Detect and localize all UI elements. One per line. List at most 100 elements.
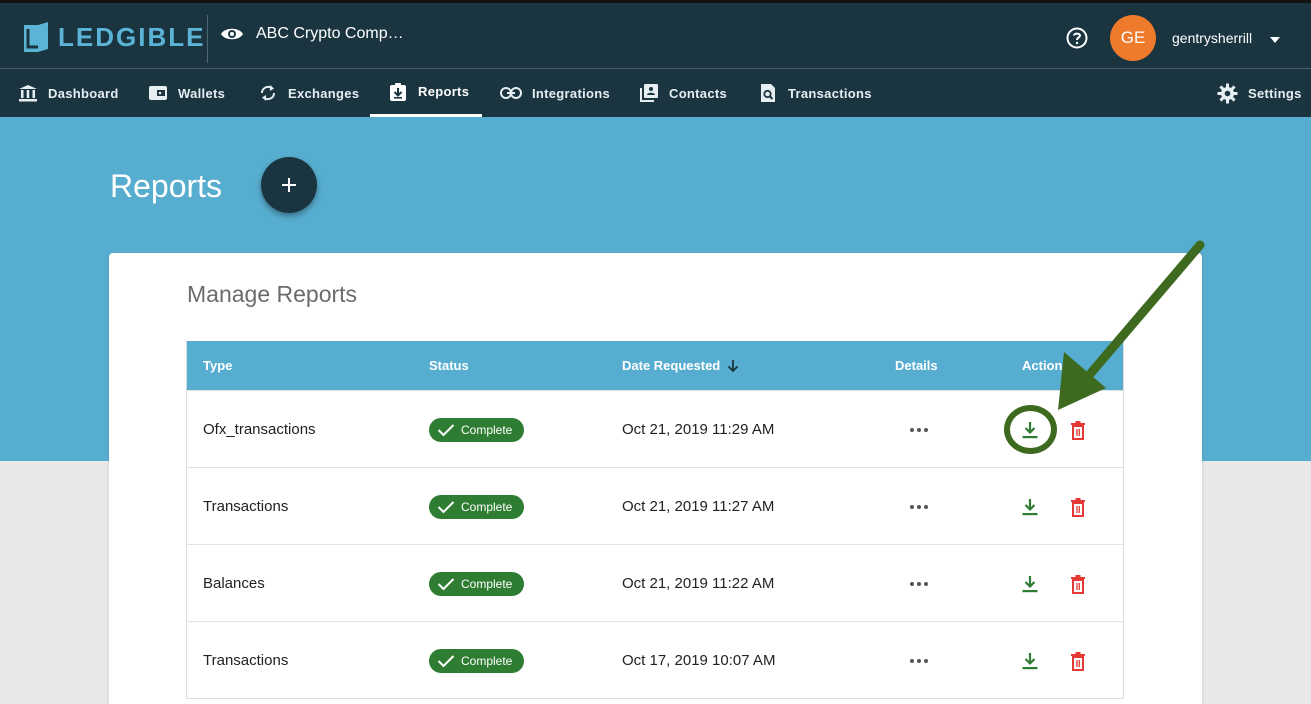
delete-button[interactable] bbox=[1064, 545, 1092, 622]
details-button[interactable] bbox=[910, 468, 928, 545]
company-selector[interactable]: ABC Crypto Comp… bbox=[220, 25, 404, 43]
header-divider bbox=[207, 15, 208, 63]
column-header-status[interactable]: Status bbox=[429, 358, 469, 373]
reports-table: Type Status Date Requested Details Actio… bbox=[186, 341, 1124, 699]
nav-item-dashboard[interactable]: Dashboard bbox=[18, 69, 119, 117]
status-cell: Complete bbox=[429, 622, 525, 699]
company-name: ABC Crypto Comp… bbox=[256, 25, 404, 42]
username[interactable]: gentrysherrill bbox=[1172, 30, 1252, 46]
download-button[interactable] bbox=[1016, 545, 1044, 622]
nav-item-reports[interactable]: Reports bbox=[370, 69, 482, 117]
add-report-button[interactable] bbox=[261, 157, 317, 213]
download-button[interactable] bbox=[1016, 468, 1044, 545]
download-button[interactable] bbox=[1016, 622, 1044, 699]
highlight-circle bbox=[1004, 405, 1057, 454]
trash-icon bbox=[1071, 574, 1085, 594]
bank-icon bbox=[19, 85, 37, 102]
trash-icon bbox=[1071, 420, 1085, 440]
more-horizontal-icon bbox=[910, 658, 928, 663]
check-icon bbox=[437, 423, 455, 436]
download-icon bbox=[1022, 575, 1038, 592]
delete-button[interactable] bbox=[1064, 468, 1092, 545]
help-button[interactable] bbox=[1066, 27, 1088, 54]
nav-label: Reports bbox=[418, 84, 470, 99]
ledgible-logo[interactable]: LEDGIBLE bbox=[22, 21, 205, 53]
wallet-icon bbox=[149, 86, 167, 100]
table-header: Type Status Date Requested Details Actio… bbox=[187, 341, 1123, 390]
date-requested: Oct 17, 2019 10:07 AM bbox=[622, 652, 776, 669]
nav-label: Exchanges bbox=[288, 85, 360, 101]
nav-label: Dashboard bbox=[48, 85, 119, 101]
nav-item-contacts[interactable]: Contacts bbox=[639, 69, 727, 117]
table-row[interactable]: Transactions Complete Oct 21, 2019 11:27… bbox=[187, 467, 1123, 544]
more-horizontal-icon bbox=[910, 581, 928, 586]
transactions-search-icon bbox=[761, 84, 775, 102]
logo-text: LEDGIBLE bbox=[58, 21, 206, 52]
gear-icon bbox=[1217, 83, 1238, 103]
status-cell: Complete bbox=[429, 545, 525, 622]
more-horizontal-icon bbox=[910, 504, 928, 509]
nav-item-transactions[interactable]: Transactions bbox=[758, 69, 872, 117]
date-requested: Oct 21, 2019 11:22 AM bbox=[622, 575, 775, 592]
status-badge: Complete bbox=[429, 494, 525, 519]
table-row[interactable]: Balances Complete Oct 21, 2019 11:22 AM bbox=[187, 544, 1123, 621]
download-icon bbox=[1022, 498, 1038, 515]
table-row[interactable]: Ofx_transactions Complete Oct 21, 2019 1… bbox=[187, 390, 1123, 467]
nav-label: Integrations bbox=[532, 85, 610, 101]
date-requested: Oct 21, 2019 11:27 AM bbox=[622, 498, 775, 515]
table-row[interactable]: Transactions Complete Oct 17, 2019 10:07… bbox=[187, 621, 1123, 698]
report-type: Ofx_transactions bbox=[203, 421, 316, 438]
plus-icon bbox=[282, 178, 296, 192]
column-header-date-label: Date Requested bbox=[622, 358, 721, 373]
nav-item-settings[interactable]: Settings bbox=[1217, 69, 1302, 117]
nav-item-wallets[interactable]: Wallets bbox=[148, 69, 225, 117]
delete-button[interactable] bbox=[1064, 622, 1092, 699]
details-button[interactable] bbox=[910, 545, 928, 622]
status-badge: Complete bbox=[429, 648, 525, 673]
status-label: Complete bbox=[461, 499, 513, 514]
manage-reports-card: Manage Reports Type Status Date Requeste… bbox=[109, 253, 1202, 704]
nav-label: Settings bbox=[1248, 85, 1302, 101]
help-icon bbox=[1066, 27, 1088, 49]
ledgible-logo-icon bbox=[24, 22, 48, 52]
status-cell: Complete bbox=[429, 391, 525, 468]
details-button[interactable] bbox=[910, 391, 928, 468]
date-requested: Oct 21, 2019 11:29 AM bbox=[622, 421, 775, 438]
status-label: Complete bbox=[461, 576, 513, 591]
nav-item-integrations[interactable]: Integrations bbox=[500, 69, 610, 117]
card-title: Manage Reports bbox=[187, 281, 358, 307]
avatar[interactable]: GE bbox=[1110, 15, 1156, 61]
main-nav: Dashboard Wallets Exchanges Reports Inte… bbox=[0, 68, 1311, 117]
arrow-down-icon bbox=[728, 359, 739, 372]
delete-button[interactable] bbox=[1064, 391, 1092, 468]
report-download-icon bbox=[390, 82, 406, 101]
check-icon bbox=[437, 654, 455, 667]
column-header-type[interactable]: Type bbox=[203, 358, 232, 373]
details-button[interactable] bbox=[910, 622, 928, 699]
report-type: Transactions bbox=[203, 652, 289, 669]
status-label: Complete bbox=[461, 653, 513, 668]
nav-label: Transactions bbox=[788, 85, 872, 101]
trash-icon bbox=[1071, 651, 1085, 671]
report-type: Transactions bbox=[203, 498, 289, 515]
nav-item-exchanges[interactable]: Exchanges bbox=[258, 69, 359, 117]
status-badge: Complete bbox=[429, 417, 525, 442]
column-header-date[interactable]: Date Requested bbox=[622, 358, 740, 373]
check-icon bbox=[437, 577, 455, 590]
download-icon bbox=[1022, 652, 1038, 669]
column-header-details: Details bbox=[895, 358, 938, 373]
more-horizontal-icon bbox=[910, 427, 928, 432]
status-cell: Complete bbox=[429, 468, 525, 545]
chevron-down-icon[interactable] bbox=[1270, 37, 1280, 43]
status-badge: Complete bbox=[429, 571, 525, 596]
page-title: Reports bbox=[110, 168, 223, 204]
top-bar: LEDGIBLE ABC Crypto Comp… GE gentrysherr… bbox=[0, 0, 1311, 68]
report-type: Balances bbox=[203, 575, 265, 592]
nav-label: Contacts bbox=[669, 85, 728, 101]
eye-icon bbox=[221, 28, 243, 40]
check-icon bbox=[437, 500, 455, 513]
link-icon bbox=[500, 87, 522, 99]
trash-icon bbox=[1071, 497, 1085, 517]
status-label: Complete bbox=[461, 422, 513, 437]
column-header-actions: Actions bbox=[1022, 358, 1070, 373]
